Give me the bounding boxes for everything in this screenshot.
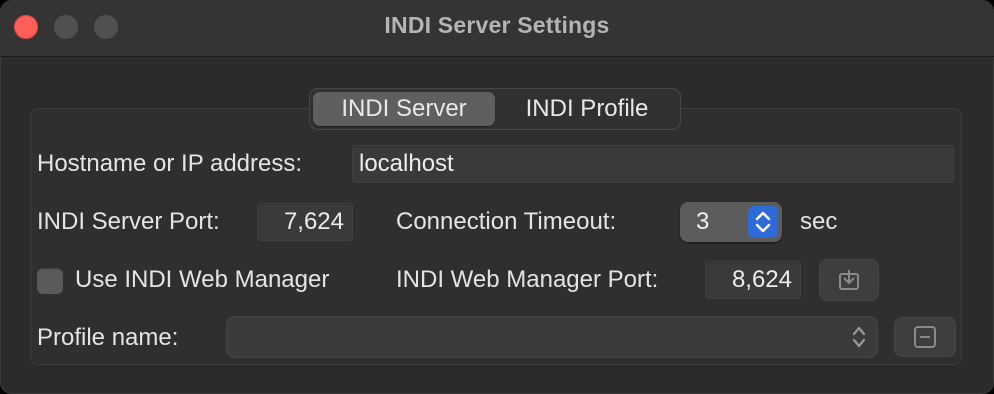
server-port-label: INDI Server Port:	[37, 208, 220, 235]
fetch-profiles-button[interactable]	[820, 260, 878, 300]
remove-profile-button[interactable]	[895, 318, 955, 356]
minus-icon	[913, 325, 937, 354]
chevron-up-down-icon	[851, 323, 867, 356]
hostname-input[interactable]: localhost	[353, 146, 953, 182]
connection-timeout-stepper[interactable]: 3	[680, 202, 782, 242]
chevron-up-down-icon[interactable]	[748, 206, 778, 238]
connection-timeout-value: 3	[696, 208, 710, 235]
tab-indi-profile[interactable]: INDI Profile	[496, 92, 678, 126]
hostname-label: Hostname or IP address:	[37, 150, 303, 177]
title-bar: INDI Server Settings	[0, 0, 994, 57]
connection-timeout-label: Connection Timeout:	[396, 208, 617, 235]
profile-name-label: Profile name:	[37, 324, 179, 351]
web-manager-port-label: INDI Web Manager Port:	[396, 266, 659, 293]
profile-name-popup[interactable]	[227, 317, 877, 357]
server-port-input[interactable]: 7,624	[258, 204, 352, 240]
tab-indi-server[interactable]: INDI Server	[313, 92, 495, 126]
download-icon	[837, 268, 861, 297]
web-manager-port-input[interactable]: 8,624	[706, 262, 800, 298]
tab-selector: INDI Server INDI Profile	[309, 88, 681, 130]
window-title: INDI Server Settings	[384, 12, 610, 38]
timeout-unit-label: sec	[800, 208, 838, 235]
indi-settings-window: INDI Server Settings INDI Server INDI Pr…	[0, 0, 994, 394]
web-manager-checkbox[interactable]	[37, 268, 63, 294]
web-manager-label: Use INDI Web Manager	[75, 266, 330, 293]
